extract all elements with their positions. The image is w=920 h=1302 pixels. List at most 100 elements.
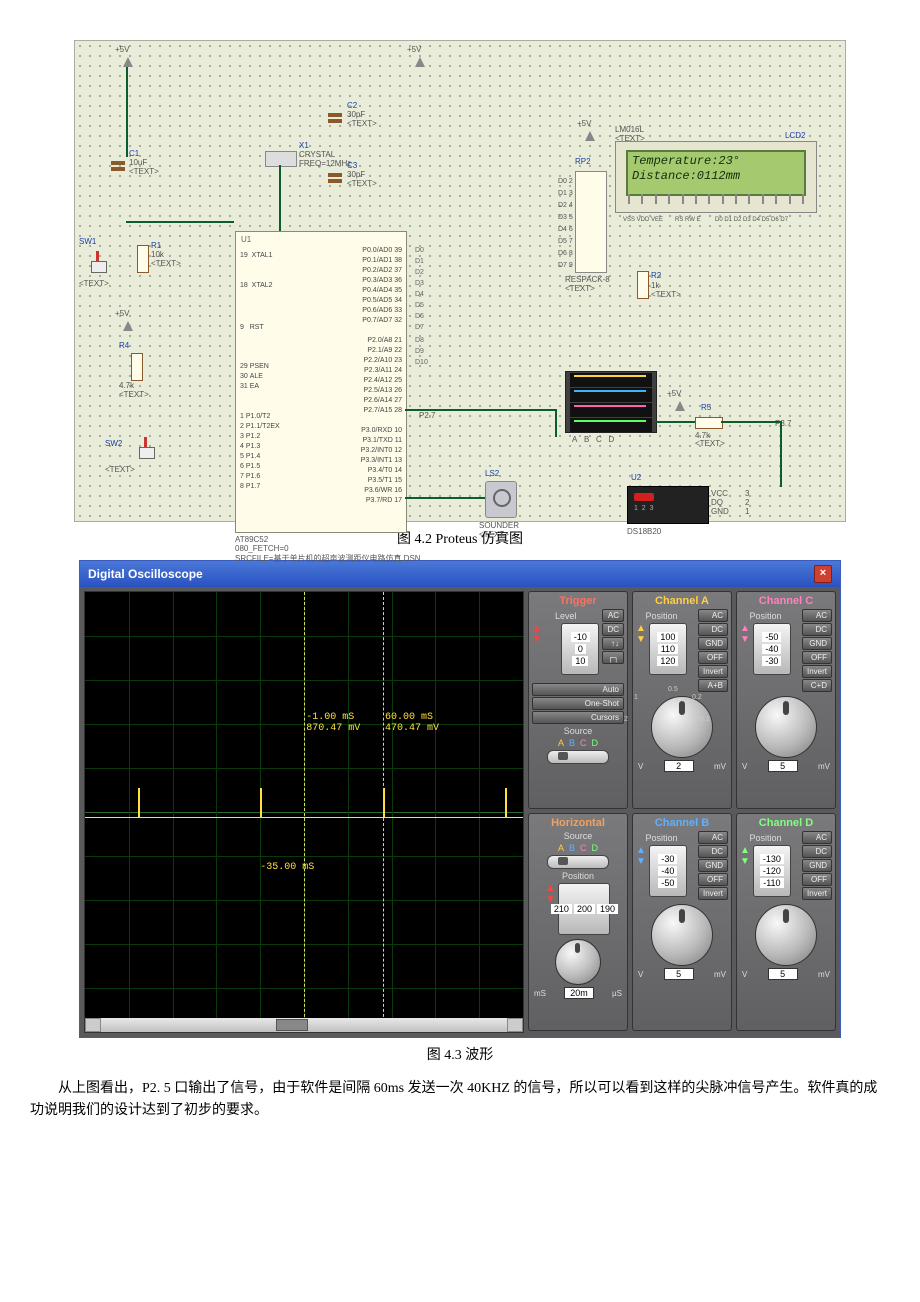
lcd-ref: LCD2 xyxy=(785,131,805,140)
chA-dc[interactable]: DC xyxy=(698,623,728,636)
trigger-dc[interactable]: DC xyxy=(602,623,624,636)
chA-ac[interactable]: AC xyxy=(698,609,728,622)
horiz-timebase-knob[interactable] xyxy=(555,939,601,985)
trigger-mode[interactable]: ┌┐ xyxy=(602,651,624,664)
trigger-oneshot[interactable]: One-Shot xyxy=(532,697,624,710)
chD-dc[interactable]: DC xyxy=(802,845,832,858)
c3 xyxy=(328,169,342,187)
chA-off[interactable]: OFF xyxy=(698,651,728,664)
chB-off[interactable]: OFF xyxy=(698,873,728,886)
chB-ac[interactable]: AC xyxy=(698,831,728,844)
r2-note: <TEXT> xyxy=(651,290,681,299)
chD-arrows[interactable]: ▲▼ xyxy=(740,845,750,867)
panel-channel-b: Channel B Position ▲▼ -30 -40 -50 xyxy=(632,813,732,1031)
power-arrow-1 xyxy=(123,57,133,67)
panel-title: Channel B xyxy=(636,817,728,829)
chC-gnd[interactable]: GND xyxy=(802,637,832,650)
scope-screen[interactable]: -1.00 mS870.47 mV 60.00 mS470.47 mV -35.… xyxy=(84,591,524,1033)
trigger-ac[interactable]: AC xyxy=(602,609,624,622)
chC-ac[interactable]: AC xyxy=(802,609,832,622)
chD-off[interactable]: OFF xyxy=(802,873,832,886)
sw1-note: <TEXT> xyxy=(79,279,109,288)
panel-title: Trigger xyxy=(532,595,624,607)
chC-pos-spin[interactable]: -50 -40 -30 xyxy=(753,623,791,675)
r4 xyxy=(131,353,143,381)
chD-gain-knob[interactable] xyxy=(755,904,817,966)
schematic-oscilloscope xyxy=(565,371,657,433)
rp2-type: RESPACK-8 xyxy=(565,275,610,284)
chD-ac[interactable]: AC xyxy=(802,831,832,844)
mcu-part: AT89C52 xyxy=(235,535,268,544)
scroll-right-icon[interactable] xyxy=(507,1018,523,1032)
scope-cursor-2[interactable] xyxy=(383,592,385,1032)
mcu-p0: P0.0/AD0 39P0.1/AD1 38P0.2/AD2 37P0.3/AD… xyxy=(362,246,402,326)
chD-buttons: AC DC GND OFF Invert xyxy=(802,831,832,900)
rp2-left-pins: D0 2D1 3D2 4D3 5D4 6D5 7D6 8D7 9 xyxy=(558,176,573,272)
r2 xyxy=(637,271,649,299)
trigger-edge[interactable]: ↑↓ xyxy=(602,637,624,650)
proteus-canvas: +5V +5V +5V +5V +5V U1 19 XTAL1 18 XTAL2… xyxy=(74,40,846,522)
ls2-note: <TEXT> xyxy=(479,530,509,539)
lcd-line1: Temperature:23° xyxy=(632,154,800,169)
u2-pinnums: 321 xyxy=(745,489,749,516)
scope-scrollbar[interactable] xyxy=(85,1018,523,1032)
sounder-ls2 xyxy=(485,481,517,518)
scroll-thumb[interactable] xyxy=(276,1019,308,1031)
caption-4-2: 图 4.2 Proteus 仿真图 xyxy=(30,528,890,548)
trigger-source-slider[interactable] xyxy=(547,750,609,764)
chC-invert[interactable]: Invert xyxy=(802,665,832,678)
horiz-source[interactable]: A B C D xyxy=(532,843,624,853)
body-paragraph: 从上图看出，P2. 5 口输出了信号，由于软件是间隔 60ms 发送一次 40K… xyxy=(30,1078,890,1123)
bus-d8-d10: D8D9D10 xyxy=(415,335,428,368)
chC-gain-knob[interactable] xyxy=(755,696,817,758)
r4-note: <TEXT> xyxy=(119,390,149,399)
panel-channel-a: Channel A Position ▲▼ 100 110 120 xyxy=(632,591,732,809)
chB-gain-knob[interactable] xyxy=(651,904,713,966)
lcd-pinlabels-3: D0 D1 D2 D3 D4 D5 D6 D7 xyxy=(715,217,788,223)
chB-invert[interactable]: Invert xyxy=(698,887,728,900)
trigger-source[interactable]: A B C D xyxy=(532,738,624,748)
u2-pins: VCCDQGND xyxy=(711,489,729,516)
trigger-auto[interactable]: Auto xyxy=(532,683,624,696)
horiz-arrows[interactable]: ▲▼ xyxy=(546,883,556,905)
chA-gnd[interactable]: GND xyxy=(698,637,728,650)
horiz-readout-val: 20m xyxy=(564,987,594,999)
mcu-psen-ale-ea: 29 PSEN30 ALE31 EA xyxy=(240,362,269,392)
trigger-level-label: Level xyxy=(532,611,599,621)
chC-buttons: AC DC GND OFF Invert C+D xyxy=(802,609,832,692)
chC-arrows[interactable]: ▲▼ xyxy=(740,623,750,645)
chD-invert[interactable]: Invert xyxy=(802,887,832,900)
trigger-arrows[interactable]: ▲▼ xyxy=(532,623,542,645)
c3-val: 30pF xyxy=(347,170,365,179)
panel-channel-d: Channel D Position ▲▼ -130 -120 -110 xyxy=(736,813,836,1031)
chB-arrows[interactable]: ▲▼ xyxy=(636,845,646,867)
chB-pos-spin[interactable]: -30 -40 -50 xyxy=(649,845,687,897)
c3-ref: C3 xyxy=(347,161,357,170)
chB-gnd[interactable]: GND xyxy=(698,859,728,872)
chD-pos-spin[interactable]: -130 -120 -110 xyxy=(753,845,791,897)
chD-gnd[interactable]: GND xyxy=(802,859,832,872)
trigger-cursors[interactable]: Cursors xyxy=(532,711,624,724)
chC-dc[interactable]: DC xyxy=(802,623,832,636)
chA-pos-spin[interactable]: 100 110 120 xyxy=(649,623,687,675)
panel-title: Channel C xyxy=(740,595,832,607)
scroll-left-icon[interactable] xyxy=(85,1018,101,1032)
horiz-source-slider[interactable] xyxy=(547,855,609,869)
chC-cplusd[interactable]: C+D xyxy=(802,679,832,692)
r4-ref: R4 xyxy=(119,341,129,350)
chA-arrows[interactable]: ▲▼ xyxy=(636,623,646,645)
chC-off[interactable]: OFF xyxy=(802,651,832,664)
c3-note: <TEXT> xyxy=(347,179,377,188)
trigger-coupling: AC DC ↑↓ ┌┐ xyxy=(602,609,624,664)
scope-title-text: Digital Oscilloscope xyxy=(88,567,203,581)
sw2-ref: SW2 xyxy=(105,439,122,448)
chA-invert[interactable]: Invert xyxy=(698,665,728,678)
scope-cursor-1[interactable] xyxy=(304,592,306,1032)
chC-pos-label: Position xyxy=(740,611,791,621)
trigger-level-spin[interactable]: -10 0 10 xyxy=(561,623,599,675)
panel-channel-c: Channel C Position ▲▼ -50 -40 -30 xyxy=(736,591,836,809)
chB-dc[interactable]: DC xyxy=(698,845,728,858)
horiz-pos-spin[interactable]: 210 200 190 xyxy=(558,883,610,935)
lcd-screen: Temperature:23° Distance:0112mm xyxy=(626,150,806,196)
close-icon[interactable]: × xyxy=(814,565,832,583)
